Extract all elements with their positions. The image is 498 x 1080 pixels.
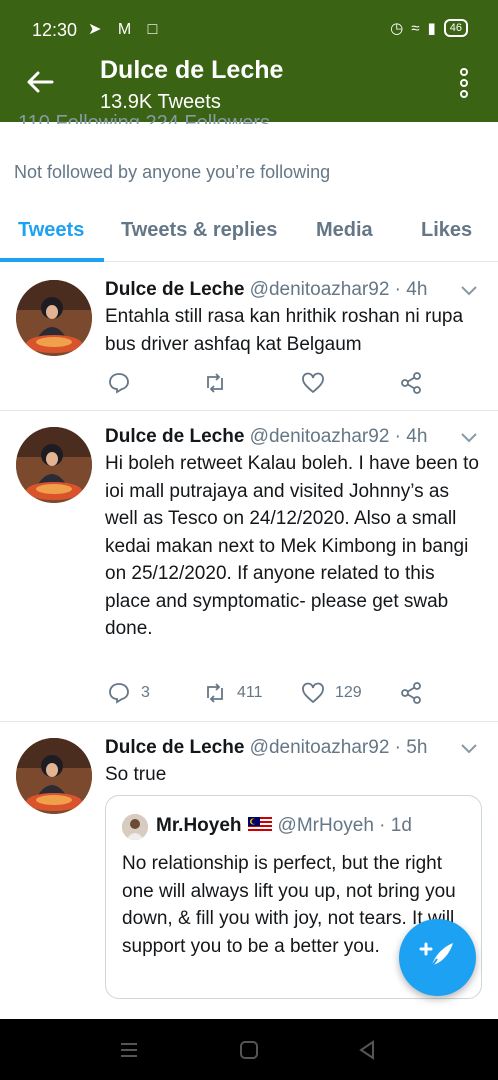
share-icon [401,372,421,394]
reply-icon [109,373,129,394]
status-time: 12:30 [32,20,78,40]
tweet-count: 13.9K Tweets [100,91,221,113]
alarm-icon: ◷ [390,20,404,37]
follow-counts: 110 Following 224 Followers [18,112,270,124]
tweet-text: Entahla still rasa kan hrithik roshan ni… [105,306,464,355]
back-nav-icon[interactable] [356,1039,378,1061]
reply-button[interactable]: 3 [107,681,150,705]
author-handle-time: @denitoazhar92 · 4h [244,426,428,447]
back-arrow-icon[interactable] [24,66,56,98]
system-icons: ◷ ≈ ▮ 46 [390,19,468,37]
notification-icons: ➤ M □ [88,21,164,38]
avatar[interactable] [16,427,92,503]
tab-likes[interactable]: Likes [421,219,472,242]
author-handle-time: @denitoazhar92 · 5h [244,737,428,758]
system-navigation-bar [0,1019,498,1080]
avatar[interactable] [122,814,148,840]
author-name[interactable]: Dulce de Leche [105,279,244,300]
author-handle-time: @denitoazhar92 · 4h [244,279,428,300]
tweet-header: Dulce de Leche @denitoazhar92 · 5h [105,737,427,759]
tab-tweets-replies[interactable]: Tweets & replies [121,219,277,242]
tab-indicator [0,258,104,262]
tweet-item[interactable]: Dulce de Leche @denitoazhar92 · 4h Hi bo… [0,411,498,722]
tweet-text: So true [105,764,167,785]
like-button[interactable] [301,371,335,395]
more-vertical-icon[interactable] [460,68,470,100]
caret-down-icon[interactable] [460,432,478,444]
retweet-button[interactable]: 411 [203,681,263,705]
wifi-icon: ≈ [411,19,420,37]
avatar[interactable] [16,738,92,814]
page-title: Dulce de Leche [100,56,284,84]
caret-down-icon[interactable] [460,743,478,755]
tweet-header: Dulce de Leche @denitoazhar92 · 4h [105,279,427,301]
tweet-header: Dulce de Leche @denitoazhar92 · 4h [105,426,427,448]
tweet-text: Hi boleh retweet Kalau boleh. I have bee… [105,453,479,639]
recent-apps-icon[interactable] [118,1039,140,1061]
tab-media[interactable]: Media [316,219,373,242]
tweet-item[interactable]: Dulce de Leche @denitoazhar92 · 4h Entah… [0,263,498,411]
status-bar: 12:30 ➤ M □ ◷ ≈ ▮ 46 [0,0,498,60]
reply-count: 3 [141,684,150,701]
profile-tabs: Tweets Tweets & replies Media Likes [0,206,498,262]
tab-tweets[interactable]: Tweets [18,219,84,242]
retweet-icon [207,373,223,393]
author-name[interactable]: Dulce de Leche [105,737,244,758]
app-header: 12:30 ➤ M □ ◷ ≈ ▮ 46 Dulce de Leche 13.9… [0,0,498,122]
like-icon [302,372,324,394]
share-button[interactable] [399,681,423,705]
battery-icon: 46 [443,19,468,37]
tweet-actions: 3 411 129 [105,681,435,707]
flag-malaysia-icon [247,817,272,833]
retweet-button[interactable] [203,371,237,395]
compose-icon [419,942,453,971]
signal-icon: ▮ [427,20,436,37]
share-icon [401,682,421,704]
quoted-tweet-header: Mr.Hoyeh @MrHoyeh · 1d [156,815,412,837]
retweet-icon [207,683,223,703]
quoted-author-handle-time: @MrHoyeh · 1d [277,815,412,836]
home-icon[interactable] [238,1039,260,1061]
retweet-count: 411 [237,684,263,701]
not-followed-text: Not followed by anyone you’re following [14,162,331,182]
quoted-author-name: Mr.Hoyeh [156,815,242,836]
share-button[interactable] [399,371,423,395]
like-button[interactable]: 129 [301,681,362,705]
reply-icon [109,683,129,704]
reply-button[interactable] [107,371,141,395]
like-count: 129 [335,684,362,701]
caret-down-icon[interactable] [460,285,478,297]
author-name[interactable]: Dulce de Leche [105,426,244,447]
tweet-actions [105,371,435,397]
avatar[interactable] [16,280,92,356]
compose-tweet-button[interactable] [399,919,476,996]
like-icon [302,682,324,704]
